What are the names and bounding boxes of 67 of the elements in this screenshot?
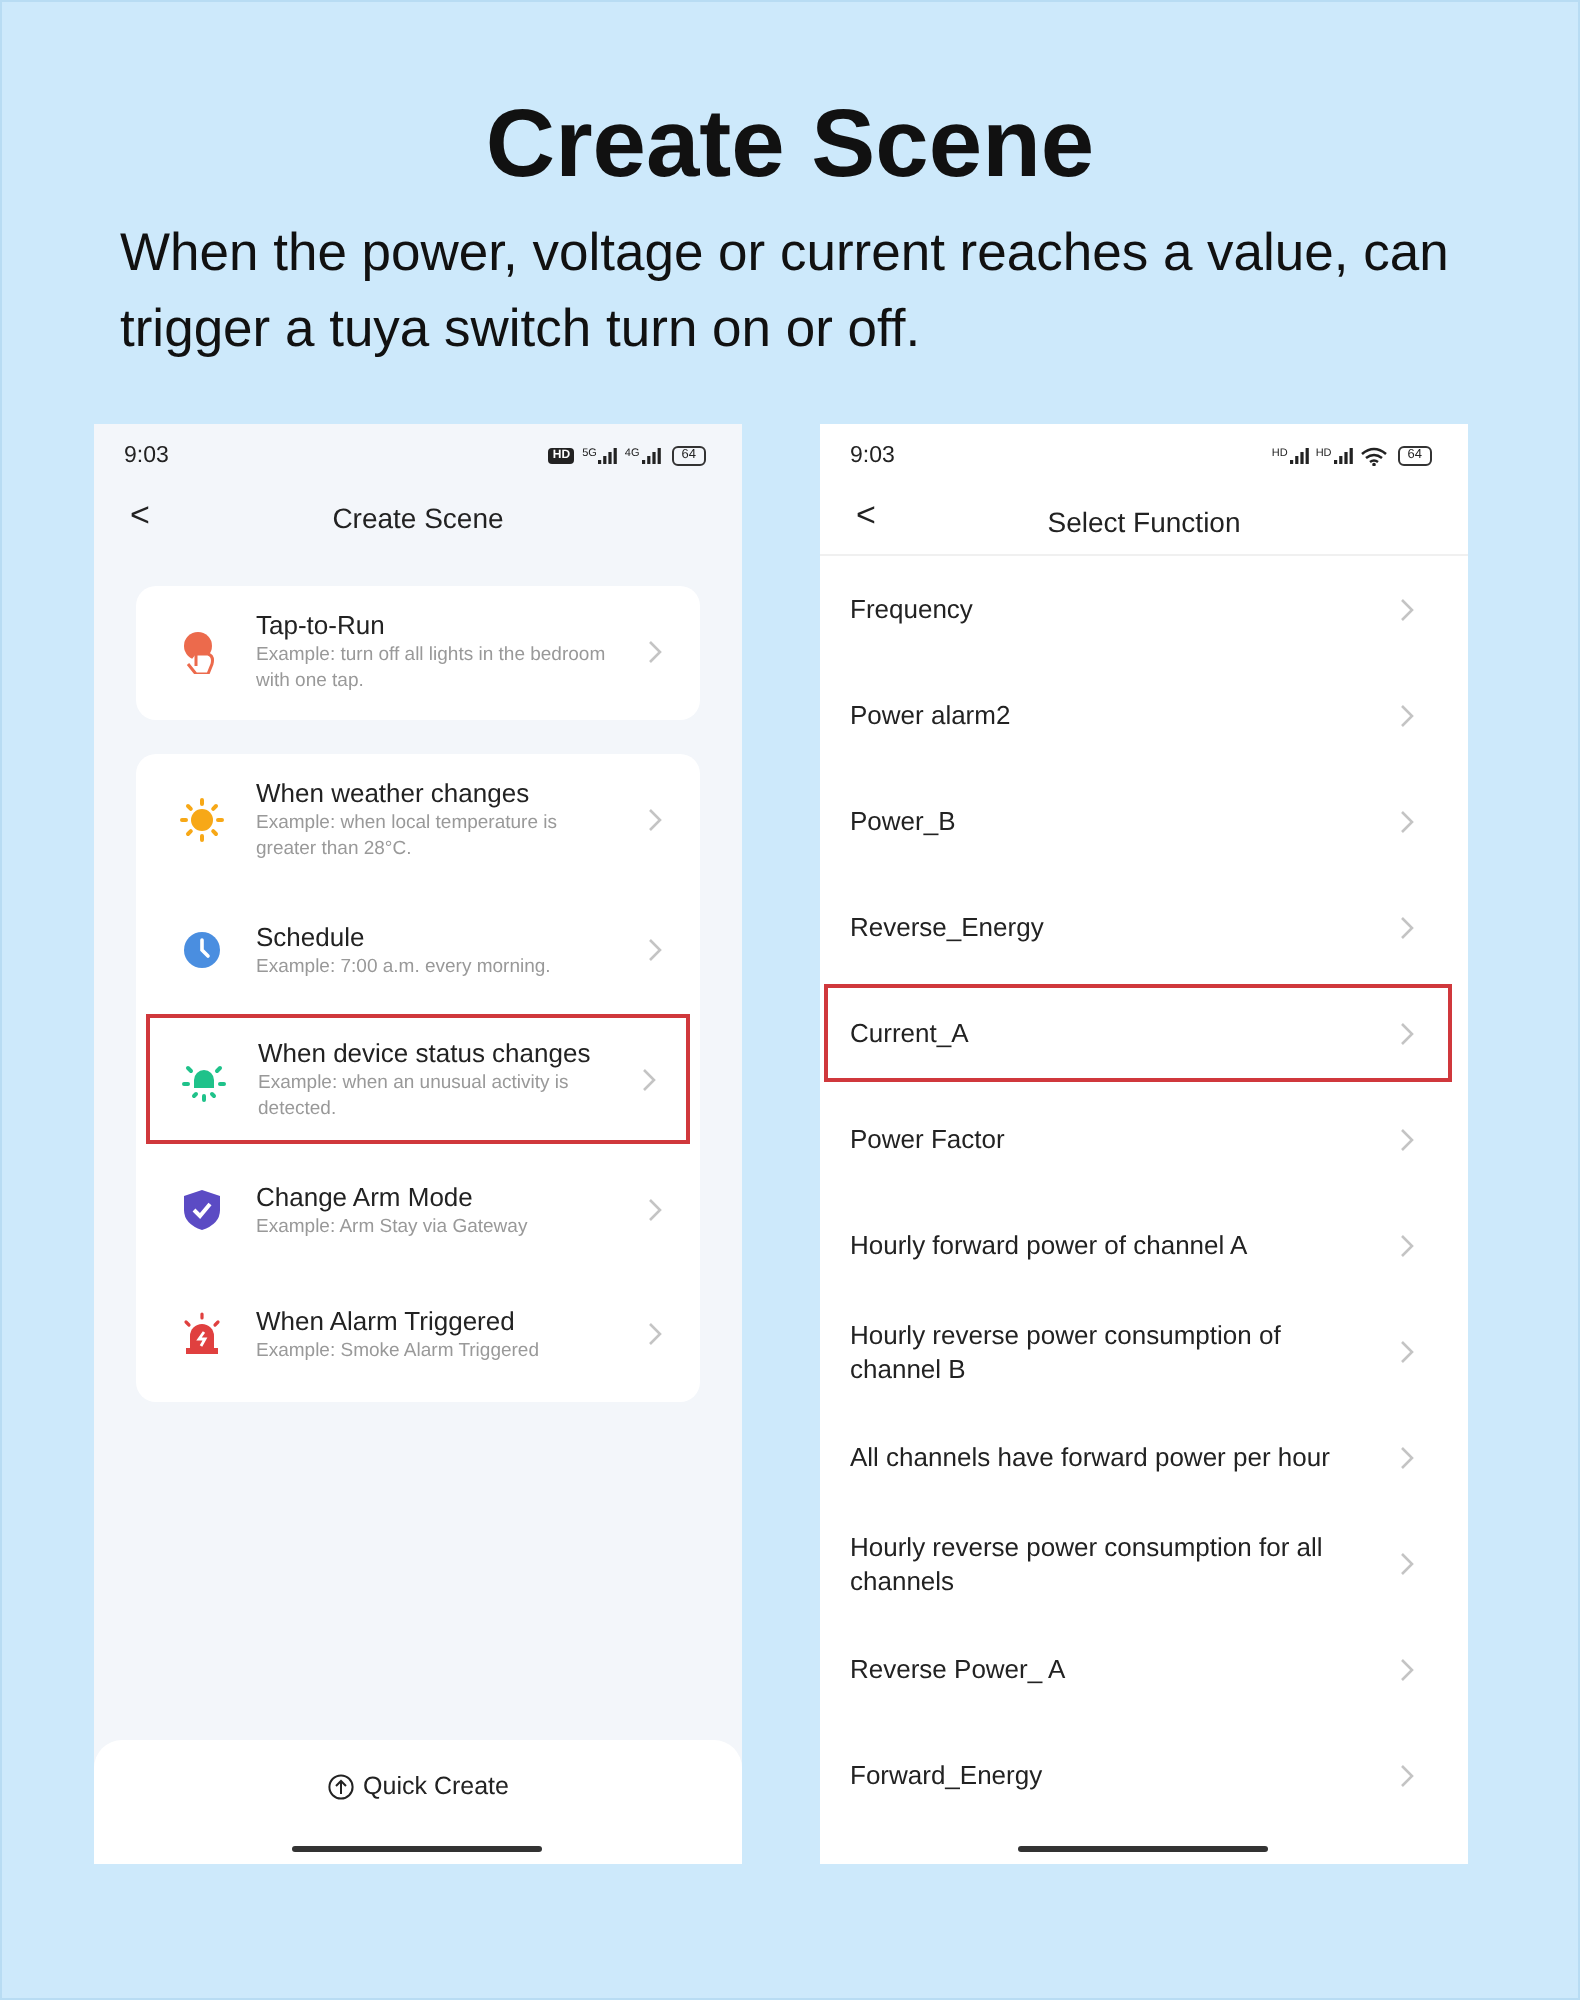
- sun-icon: [180, 797, 224, 841]
- status-time: 9:03: [850, 444, 895, 468]
- signal-icon: [598, 448, 619, 464]
- chevron-icon: [646, 935, 664, 963]
- scene-option[interactable]: Change Arm Mode Example: Arm Stay via Gateway: [144, 1144, 696, 1274]
- back-button[interactable]: <: [130, 496, 150, 536]
- chevron-icon: [646, 637, 664, 665]
- shield-check-icon: [180, 1187, 224, 1231]
- chevron-icon: [1398, 701, 1416, 729]
- function-item[interactable]: Power_B: [824, 768, 1452, 874]
- siren-icon: [180, 1312, 224, 1356]
- option-title: When Alarm Triggered: [256, 1304, 517, 1338]
- clock-icon: [180, 927, 224, 971]
- scene-option[interactable]: When Alarm Triggered Example: Smoke Alarm Triggered: [144, 1274, 696, 1394]
- chevron-icon: [1398, 913, 1416, 941]
- chevron-icon: [1398, 595, 1416, 623]
- function-item[interactable]: Power Factor: [824, 1086, 1452, 1192]
- option-example: Example: turn off all lights in the bedroom with one tap.: [256, 642, 606, 694]
- chevron-icon: [1398, 1443, 1416, 1471]
- option-example: Example: when an unusual activity is detected.: [258, 1070, 571, 1122]
- option-example: Example: Smoke Alarm Triggered: [256, 1338, 542, 1364]
- headline-title: Create Scene: [483, 90, 1097, 202]
- option-title: Change Arm Mode: [256, 1179, 475, 1213]
- screen-title: Create Scene: [332, 502, 504, 534]
- option-example: Example: when local temperature is greater than 28°C.: [256, 810, 559, 862]
- function-item[interactable]: Frequency: [824, 556, 1452, 662]
- status-time: 9:03: [124, 444, 169, 468]
- function-item[interactable]: Hourly reverse power consumption for all channels: [824, 1510, 1452, 1616]
- chevron-icon: [1398, 1019, 1416, 1047]
- function-item[interactable]: Hourly forward power of channel A: [824, 1192, 1452, 1298]
- signal-icon: [1333, 448, 1354, 464]
- function-item[interactable]: Power alarm2: [824, 662, 1452, 768]
- function-item[interactable]: Current_A: [824, 984, 1452, 1082]
- function-item[interactable]: Forward_Energy: [824, 1722, 1452, 1828]
- wifi-icon: [1359, 446, 1388, 466]
- signal-icon: [1289, 448, 1310, 464]
- option-title: Tap-to-Run: [256, 608, 387, 642]
- scene-option[interactable]: When device status changes Example: when an unusual activity is detected.: [146, 1014, 690, 1144]
- headline-description: When the power, voltage or current reaches a value, can trigger a tuya switch turn on or off.: [120, 220, 1451, 362]
- chevron-icon: [1398, 1549, 1416, 1577]
- chevron-icon: [646, 805, 664, 833]
- scene-option[interactable]: Schedule Example: 7:00 a.m. every morning.: [144, 884, 696, 1014]
- function-item[interactable]: Hourly reverse power consumption of channel B: [824, 1298, 1452, 1404]
- chevron-icon: [1398, 1337, 1416, 1365]
- chevron-icon: [646, 1195, 664, 1223]
- option-title: When device status changes: [258, 1036, 593, 1070]
- chevron-icon: [1398, 1761, 1416, 1789]
- back-button[interactable]: <: [856, 496, 876, 536]
- chevron-icon: [1398, 1655, 1416, 1683]
- option-title: When weather changes: [256, 776, 532, 810]
- option-title: Schedule: [256, 919, 367, 953]
- scene-option[interactable]: When weather changes Example: when local temperature is greater than 28°C.: [144, 754, 696, 884]
- option-example: Example: 7:00 a.m. every morning.: [256, 953, 553, 979]
- chevron-icon: [646, 1320, 664, 1348]
- chevron-icon: [1398, 1231, 1416, 1259]
- signal-icon: [641, 448, 662, 464]
- scene-option[interactable]: Tap-to-Run Example: turn off all lights in the bedroom with one tap.: [144, 586, 696, 716]
- chevron-icon: [1398, 807, 1416, 835]
- arrow-up-circle-icon: [327, 1773, 354, 1799]
- quick-create-button[interactable]: Quick Create: [319, 1768, 517, 1804]
- option-example: Example: Arm Stay via Gateway: [256, 1213, 530, 1239]
- screen-title: Select Function: [1047, 505, 1241, 537]
- function-item[interactable]: Reverse Power_ A: [824, 1616, 1452, 1722]
- chevron-icon: [640, 1065, 658, 1093]
- function-item[interactable]: All channels have forward power per hour: [824, 1404, 1452, 1510]
- function-item[interactable]: Reverse_Energy: [824, 874, 1452, 980]
- chevron-icon: [1398, 1125, 1416, 1153]
